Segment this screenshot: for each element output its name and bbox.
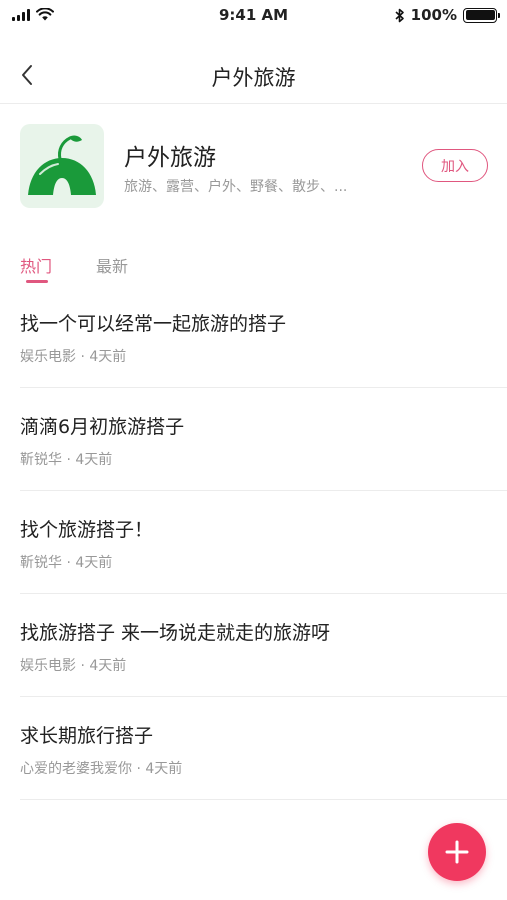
join-button[interactable]: 加入 (422, 149, 488, 182)
meta-separator: · (80, 349, 85, 365)
post-author: 娱乐电影 (20, 658, 76, 674)
post-meta: 心爱的老婆我爱你 · 4天前 (20, 758, 182, 778)
tab-hot[interactable]: 热门 (20, 253, 52, 277)
new-post-button[interactable] (428, 823, 486, 881)
list-item[interactable]: 找旅游搭子 来一场说走就走的旅游呀 娱乐电影 · 4天前 (0, 594, 507, 697)
meta-separator: · (80, 658, 85, 674)
list-item[interactable]: 找一个可以经常一起旅游的搭子 娱乐电影 · 4天前 (0, 285, 507, 388)
post-author: 心爱的老婆我爱你 (20, 761, 132, 777)
list-item[interactable]: 求长期旅行搭子 心爱的老婆我爱你 · 4天前 (0, 697, 507, 800)
group-name: 户外旅游 (124, 145, 216, 171)
post-author: 靳锐华 (20, 555, 62, 571)
bluetooth-icon (395, 8, 404, 22)
post-title: 找个旅游搭子！ (20, 519, 154, 541)
group-logo (20, 124, 104, 208)
post-title: 找旅游搭子 来一场说走就走的旅游呀 (20, 622, 331, 644)
page-title: 户外旅游 (211, 66, 296, 90)
tent-icon (28, 135, 96, 195)
post-author: 靳锐华 (20, 452, 62, 468)
meta-separator: · (66, 452, 71, 468)
post-time: 4天前 (89, 349, 127, 365)
nav-bar: 户外旅游 (0, 44, 507, 104)
post-time: 4天前 (145, 761, 183, 777)
battery-percent: 100% (410, 6, 457, 24)
group-tags: 旅游、露营、户外、野餐、散步、... (124, 179, 348, 195)
divider (20, 799, 507, 800)
list-item[interactable]: 找个旅游搭子！ 靳锐华 · 4天前 (0, 491, 507, 594)
post-meta: 靳锐华 · 4天前 (20, 449, 112, 469)
tab-latest[interactable]: 最新 (96, 253, 128, 277)
post-list: 找一个可以经常一起旅游的搭子 娱乐电影 · 4天前 滴滴6月初旅游搭子 靳锐华 … (0, 285, 507, 800)
battery-icon (463, 7, 500, 23)
post-meta: 靳锐华 · 4天前 (20, 552, 112, 572)
meta-separator: · (66, 555, 71, 571)
meta-separator: · (136, 761, 141, 777)
post-author: 娱乐电影 (20, 349, 76, 365)
post-title: 找一个可以经常一起旅游的搭子 (20, 313, 287, 335)
post-meta: 娱乐电影 · 4天前 (20, 655, 126, 675)
post-time: 4天前 (75, 452, 113, 468)
list-item[interactable]: 滴滴6月初旅游搭子 靳锐华 · 4天前 (0, 388, 507, 491)
post-title: 滴滴6月初旅游搭子 (20, 416, 185, 438)
status-bar: 9:41 AM 100% (0, 0, 507, 32)
post-title: 求长期旅行搭子 (20, 725, 154, 747)
post-time: 4天前 (75, 555, 113, 571)
status-right: 100% (395, 6, 500, 24)
post-meta: 娱乐电影 · 4天前 (20, 346, 126, 366)
post-time: 4天前 (89, 658, 127, 674)
plus-icon (445, 840, 469, 864)
tab-active-indicator (26, 280, 48, 283)
group-header: 户外旅游 旅游、露营、户外、野餐、散步、... 加入 (20, 124, 490, 208)
